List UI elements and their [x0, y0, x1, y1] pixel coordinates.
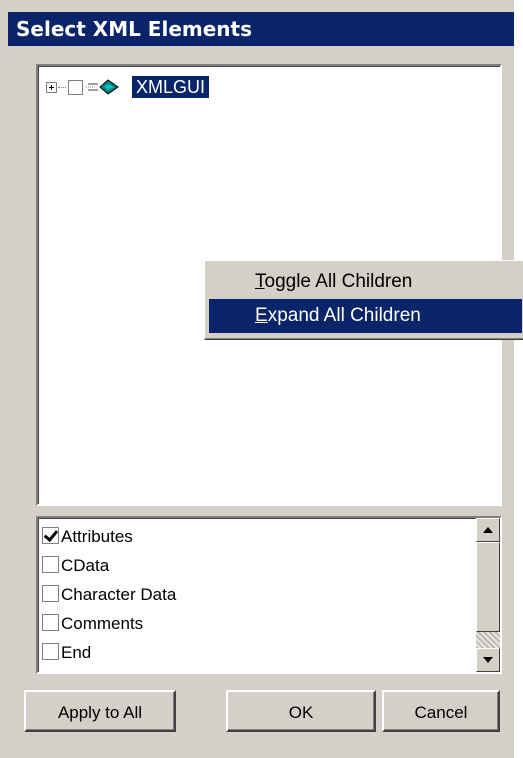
filter-item[interactable]: Character Data: [42, 580, 176, 610]
scroll-down-button[interactable]: [476, 648, 500, 672]
filter-checkbox[interactable]: [42, 614, 59, 632]
tree-node-checkbox[interactable]: [68, 80, 83, 95]
filter-item-label: CData: [61, 556, 110, 575]
filter-item[interactable]: Attributes: [42, 522, 133, 552]
expand-plus-icon[interactable]: [46, 82, 57, 93]
filter-item-label: Comments: [61, 614, 144, 633]
arrow-up-icon: [483, 527, 493, 533]
select-xml-elements-dialog: Select XML Elements XMLGUI Attributes CDa…: [0, 0, 514, 758]
menu-item-label: oggle All Children: [264, 271, 413, 292]
menu-item-expand-all-children[interactable]: Expand All Children: [209, 299, 522, 333]
tree-context-menu: Toggle All Children Expand All Children: [204, 260, 523, 340]
menu-item-label: xpand All Children: [267, 305, 421, 326]
filter-checkbox[interactable]: [42, 643, 59, 661]
filter-item-label: End: [61, 643, 92, 662]
filter-item-label: Attributes: [61, 527, 133, 546]
scroll-track[interactable]: [476, 632, 500, 648]
filter-checkbox[interactable]: [42, 556, 59, 574]
filter-item-label: Character Data: [61, 585, 177, 604]
menu-item-mnemonic: T: [255, 271, 265, 292]
filter-item[interactable]: Comments: [42, 609, 143, 639]
vertical-scrollbar[interactable]: [476, 518, 500, 672]
node-type-filter-list[interactable]: Attributes CData Character Data Comments End: [36, 516, 502, 674]
arrow-down-icon: [483, 657, 493, 663]
tree-connector-line: [58, 87, 66, 88]
dialog-title: Select XML Elements: [8, 12, 514, 46]
cancel-button[interactable]: Cancel: [382, 690, 500, 732]
xml-element-icon: [86, 79, 119, 95]
filter-list-items: Attributes CData Character Data Comments End: [38, 518, 470, 672]
apply-to-all-button[interactable]: Apply to All: [24, 690, 176, 732]
menu-item-mnemonic: E: [255, 305, 268, 326]
menu-item-toggle-all-children[interactable]: Toggle All Children: [209, 265, 522, 299]
filter-item[interactable]: End: [42, 638, 91, 668]
filter-checkbox[interactable]: [42, 527, 59, 545]
filter-checkbox[interactable]: [42, 585, 59, 603]
ok-button[interactable]: OK: [226, 690, 376, 732]
scroll-up-button[interactable]: [476, 518, 500, 542]
tree-node-label[interactable]: XMLGUI: [132, 76, 210, 98]
scroll-thumb[interactable]: [476, 542, 500, 632]
filter-item[interactable]: CData: [42, 551, 109, 581]
